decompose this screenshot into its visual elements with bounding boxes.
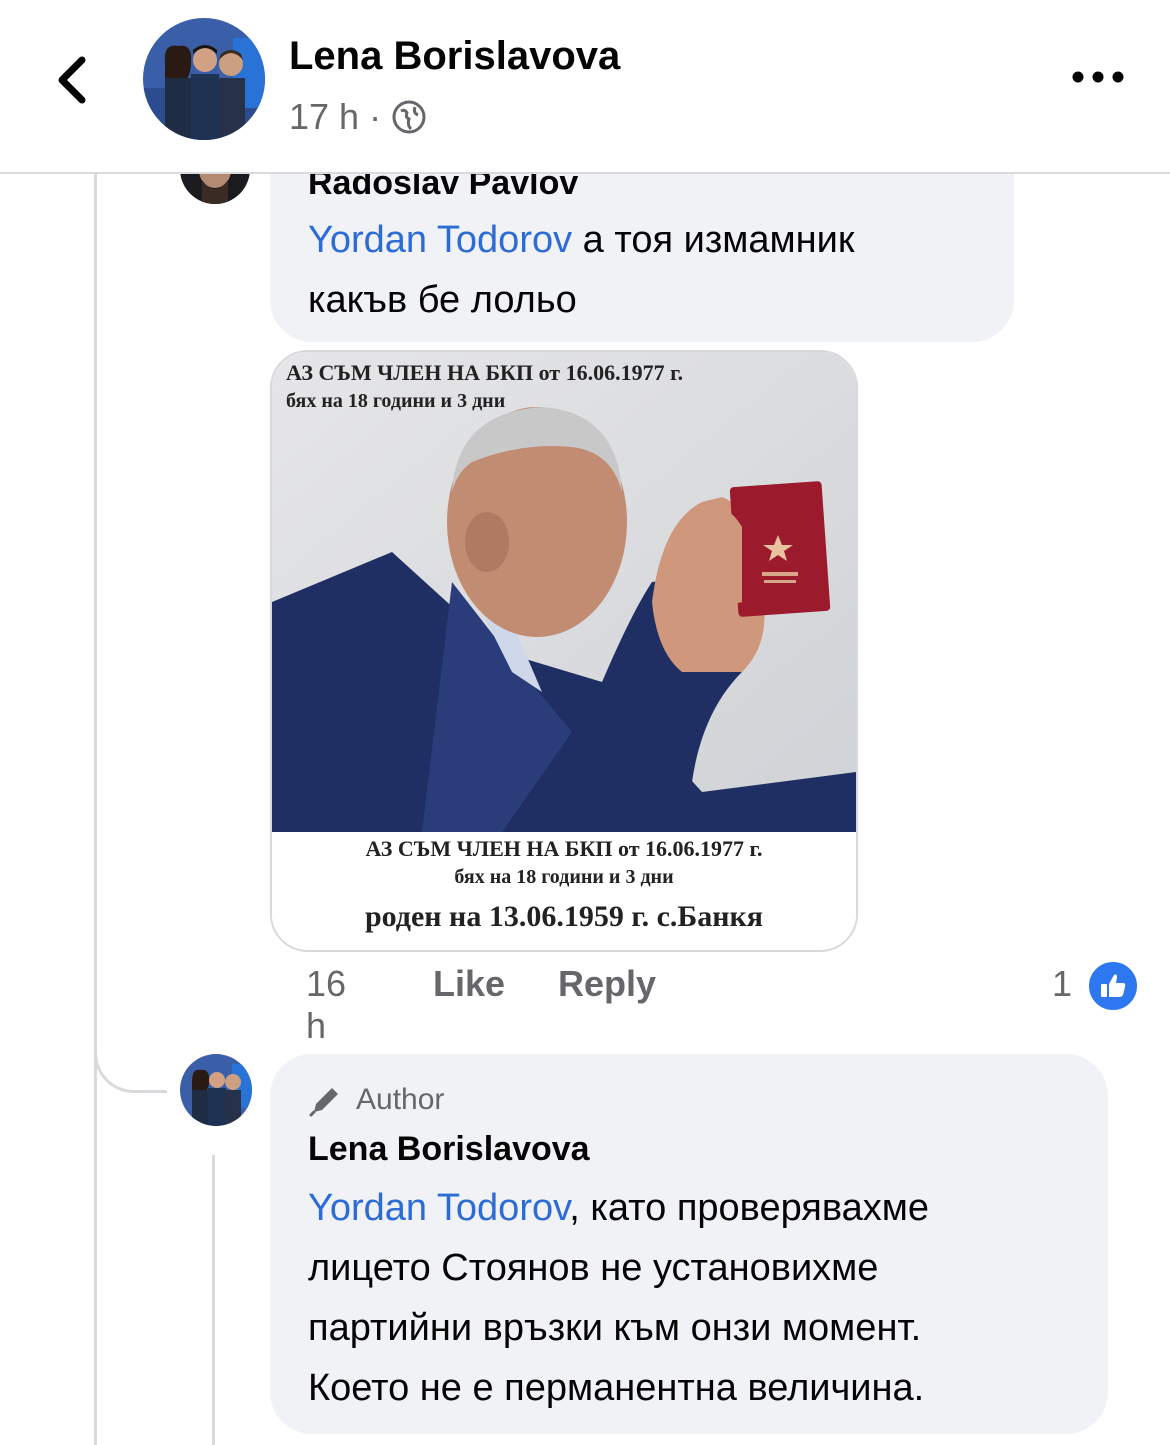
post-header: Lena Borislavova 17 h · [0,0,1170,174]
reply-mention-link[interactable]: Yordan Todorov [308,1187,569,1229]
author-avatar[interactable] [180,1054,252,1126]
author-badge: Author [308,1082,444,1118]
like-reaction-badge[interactable] [1086,959,1140,1013]
thread-line-outer [94,172,97,1445]
more-options-button[interactable] [1068,62,1128,92]
reply-text: Yordan Todorov, като проверявахме лицето… [308,1178,1098,1418]
reply-text-line4: Което не е перманентна величина. [308,1367,925,1409]
thread-connector [94,1010,167,1093]
post-meta: 17 h · [289,96,427,138]
meme-caption-bottom-2: бях на 18 години и 3 дни [454,866,674,888]
reply-text-line1: , като проверявахме [569,1187,930,1229]
more-dots-icon [1072,71,1124,83]
thread-line-inner [212,1155,215,1445]
comment-text: Yordan Todorov а тоя измамник какъв бе л… [308,210,998,330]
reply-text-line3: партийни връзки към онзи момент. [308,1307,922,1349]
reply-text-line2: лицето Стоянов не установихме [308,1247,879,1289]
post-time[interactable]: 17 h [289,96,359,138]
comment-text-line1: а тоя измамник [572,219,855,261]
reply-button[interactable]: Reply [558,963,656,1005]
chevron-left-icon [58,56,86,104]
comment-image[interactable]: АЗ СЪМ ЧЛЕН НА БКП от 16.06.1977 г. бях … [270,350,858,952]
back-button[interactable] [48,50,98,110]
thumbs-up-icon [1101,974,1126,997]
like-button[interactable]: Like [433,963,505,1005]
meme-caption-bottom-3: роден на 13.06.1959 г. с.Банкя [364,900,764,933]
comment-time[interactable]: 16 h [306,963,346,1047]
pencil-icon [309,1088,338,1117]
meme-caption-bottom-1: АЗ СЪМ ЧЛЕН НА БКП от 16.06.1977 г. [365,836,763,861]
meta-separator: · [369,96,382,137]
reply-author[interactable]: Lena Borislavova [308,1130,590,1169]
post-author-name[interactable]: Lena Borislavova [289,34,620,79]
globe-icon [392,100,426,134]
meme-caption-top-1: АЗ СЪМ ЧЛЕН НА БКП от 16.06.1977 г. [286,360,684,385]
author-badge-label: Author [356,1083,445,1116]
meme-caption-top-2: бях на 18 години и 3 дни [286,390,506,412]
profile-avatar[interactable] [143,18,265,140]
mention-link[interactable]: Yordan Todorov [308,219,572,261]
reply-bubble: Author Lena Borislavova Yordan Todorov, … [270,1054,1108,1434]
like-count[interactable]: 1 [1052,963,1072,1005]
comment-text-line2: какъв бе лольо [308,279,577,321]
